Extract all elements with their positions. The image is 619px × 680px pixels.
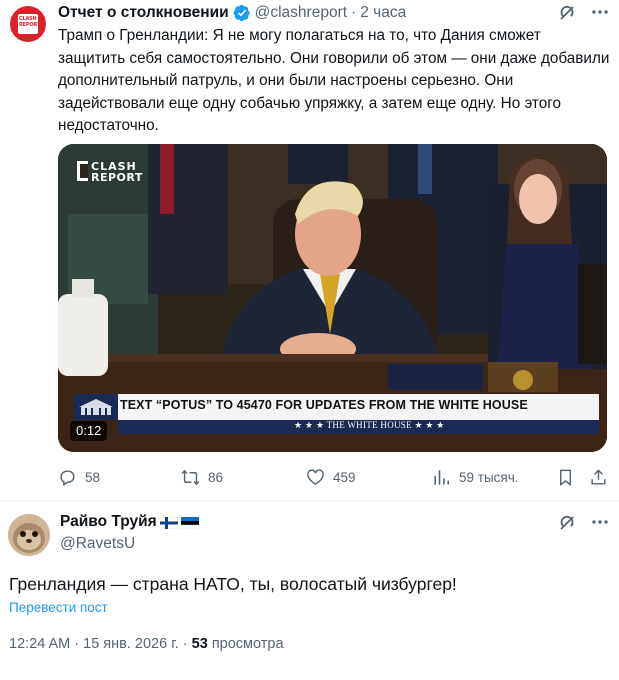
views-count: 59 тысяч. <box>459 469 519 485</box>
reply-author-avatar[interactable] <box>8 514 50 556</box>
repost-action[interactable]: 86 <box>181 467 223 487</box>
repost-count: 86 <box>208 469 224 485</box>
reply-views-count: 53 <box>191 636 208 652</box>
avatar-logo-line2: REPORT <box>19 22 41 28</box>
translate-link[interactable]: Перевести пост <box>9 600 108 615</box>
reply-action[interactable]: 58 <box>58 467 100 487</box>
quoted-post-text: Трамп о Гренландии: Я не могу полагаться… <box>58 27 610 134</box>
reply-author-handle[interactable]: @RavetsU <box>60 535 135 553</box>
reply-views-label: просмотра <box>207 636 284 652</box>
more-icon[interactable] <box>589 2 611 22</box>
reply-text: Гренландия — страна НАТО, ты, волосатый … <box>9 574 457 594</box>
reply-icon <box>60 469 75 486</box>
clashreport-avatar[interactable]: CLASH REPORT <box>10 6 46 42</box>
share-action[interactable] <box>589 467 616 487</box>
share-icon <box>591 468 606 485</box>
estonia-flag-icon <box>180 516 199 530</box>
reply-count: 58 <box>85 469 101 485</box>
verified-badge-icon[interactable] <box>233 4 251 22</box>
like-action[interactable]: 459 <box>306 467 356 487</box>
ticker-subtext: ★ ★ ★ THE WHITE HOUSE ★ ★ ★ <box>294 420 445 430</box>
views-action[interactable]: 59 тысяч. <box>432 467 519 487</box>
watermark-logo-icon <box>77 161 88 181</box>
bookmark-icon <box>560 469 571 486</box>
grok-icon[interactable] <box>557 3 577 23</box>
white-house-icon <box>79 399 113 415</box>
author-name[interactable]: Отчет о столкновении <box>58 4 229 22</box>
reply-author-header: Райво Труйя <box>60 513 199 531</box>
repost-icon <box>181 469 200 485</box>
bookmark-action[interactable] <box>556 467 583 487</box>
reply-timestamp[interactable]: 12:24 AM · 15 янв. 2026 г. · <box>9 636 192 652</box>
post-divider <box>0 500 619 501</box>
reply-author-name[interactable]: Райво Труйя <box>60 513 157 531</box>
grok-icon[interactable] <box>557 513 577 533</box>
like-count: 459 <box>333 469 356 485</box>
video-duration: 0:12 <box>70 421 108 441</box>
finland-flag-icon <box>159 516 178 530</box>
video-player[interactable]: CLASH REPORT TEXT “POTUS” TO 45470 FOR U… <box>58 144 607 452</box>
watermark-line2: REPORT <box>91 171 143 184</box>
separator-dot: · <box>351 4 357 21</box>
ticker-text: TEXT “POTUS” TO 45470 FOR UPDATES FROM T… <box>120 398 528 412</box>
like-icon <box>307 468 324 485</box>
post-time[interactable]: 2 часа <box>360 4 406 22</box>
more-icon[interactable] <box>589 512 611 532</box>
avatar-logo-text: CLASH REPORT <box>19 16 40 28</box>
author-handle[interactable]: @clashreport <box>255 4 347 22</box>
reply-metadata: 12:24 AM · 15 янв. 2026 г. · 53 просмотр… <box>9 636 284 652</box>
quoted-post-header: Отчет о столкновении @clashreport · 2 ча… <box>58 2 406 24</box>
views-icon <box>434 469 450 485</box>
seal-avatar-icon <box>8 514 50 556</box>
